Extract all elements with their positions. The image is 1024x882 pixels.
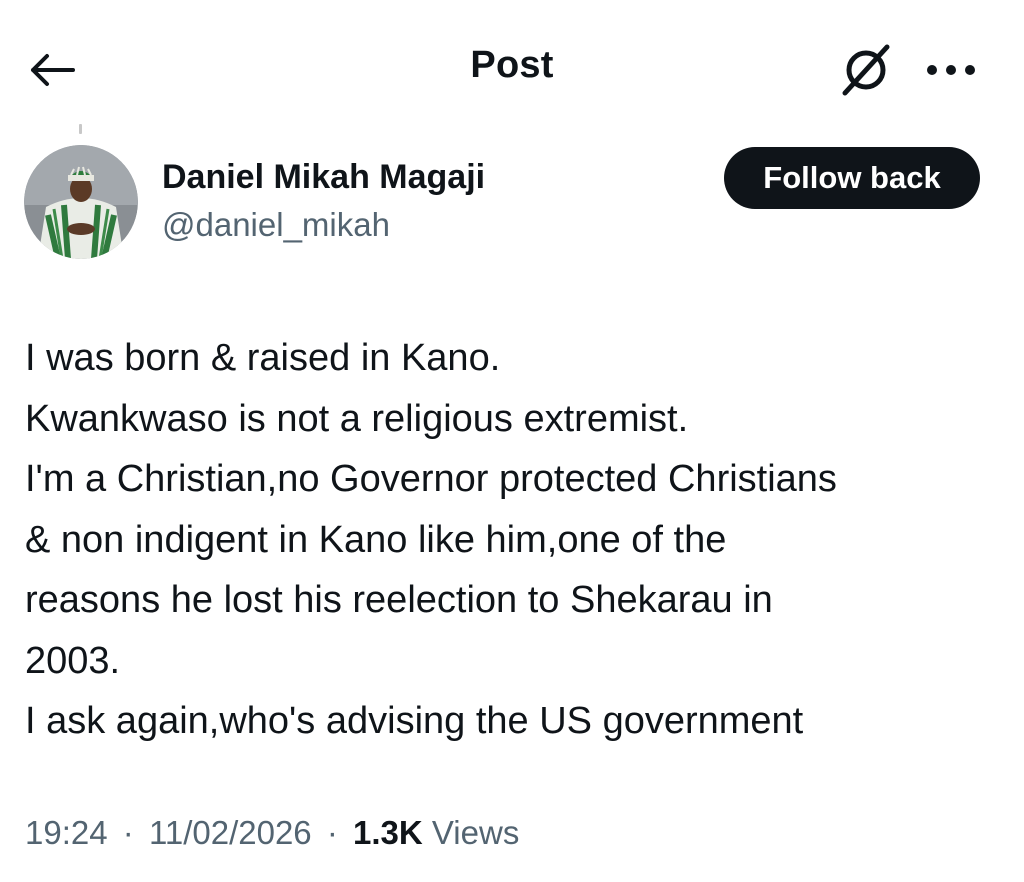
grok-button[interactable] [836, 40, 896, 100]
more-horizontal-icon [927, 65, 975, 75]
meta-separator: · [326, 814, 338, 851]
views-count[interactable]: 1.3K [353, 814, 423, 851]
post-line: I was born & raised in Kano. [25, 337, 501, 379]
post-page: Post Daniel Mikah Magaji @daniel_mikah F… [0, 0, 1024, 882]
post-line: reasons he lost his reelection to Shekar… [25, 579, 773, 621]
more-options-button[interactable] [920, 50, 982, 90]
post-line: & non indigent in Kano like him,one of t… [25, 518, 727, 561]
author-handle[interactable]: @daniel_mikah [162, 206, 390, 244]
post-time[interactable]: 19:24 [25, 814, 108, 851]
avatar-photo [24, 145, 138, 259]
post-meta: 19:24 · 11/02/2026 · 1.3K Views [25, 814, 519, 852]
post-line: I'm a Christian,no Governor protected Ch… [25, 458, 837, 500]
post-text: I was born & raised in Kano. Kwankwaso i… [25, 328, 1015, 752]
post-line: I ask again,who's advising the US govern… [25, 700, 804, 742]
divider-mark [79, 124, 82, 134]
post-line: Kwankwaso is not a religious extremist. [25, 397, 689, 440]
post-date[interactable]: 11/02/2026 [149, 814, 312, 851]
post-line: 2003. [25, 639, 121, 682]
author-name[interactable]: Daniel Mikah Magaji [162, 158, 485, 197]
views-label[interactable]: Views [432, 814, 519, 851]
follow-back-button[interactable]: Follow back [724, 147, 980, 209]
top-bar: Post [0, 0, 1024, 130]
meta-separator: · [122, 814, 134, 851]
grok-slash-icon [842, 44, 890, 96]
avatar[interactable] [24, 145, 138, 259]
